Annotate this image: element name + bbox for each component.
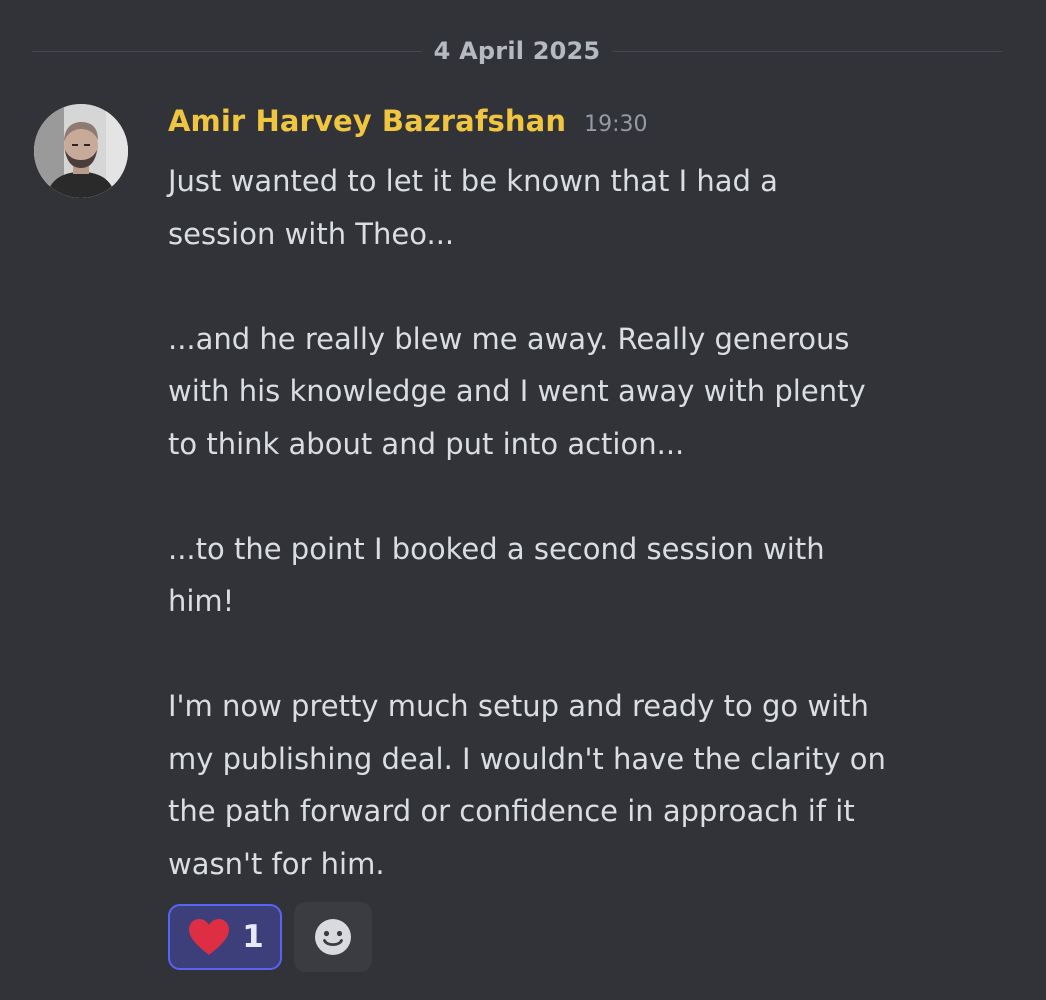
author-name[interactable]: Amir Harvey Bazrafshan: [168, 104, 566, 138]
avatar-photo: [34, 104, 128, 198]
message-paragraph: ...and he really blew me away. Really ge…: [168, 321, 866, 461]
message-paragraph: I'm now pretty much setup and ready to g…: [168, 689, 886, 881]
divider-line-right: [612, 50, 1002, 52]
heart-icon: [189, 919, 230, 955]
date-divider: 4 April 2025: [32, 33, 1002, 69]
reaction-count: 1: [242, 919, 264, 955]
message-content: Amir Harvey Bazrafshan 19:30 Just wanted…: [168, 104, 1008, 972]
message-timestamp[interactable]: 19:30: [584, 112, 647, 137]
message-body: Just wanted to let it be known that I ha…: [168, 155, 1008, 890]
message-paragraph: Just wanted to let it be known that I ha…: [168, 164, 778, 251]
divider-line-left: [32, 50, 422, 52]
add-reaction-button[interactable]: [294, 902, 372, 972]
smiley-icon: [315, 919, 351, 955]
heart-reaction-button[interactable]: 1: [168, 904, 282, 970]
message-header: Amir Harvey Bazrafshan 19:30: [168, 104, 1008, 152]
message-paragraph: ...to the point I booked a second sessio…: [168, 531, 825, 619]
avatar[interactable]: [34, 104, 128, 198]
reactions-bar: 1: [168, 902, 1008, 972]
divider-date: 4 April 2025: [433, 37, 601, 65]
